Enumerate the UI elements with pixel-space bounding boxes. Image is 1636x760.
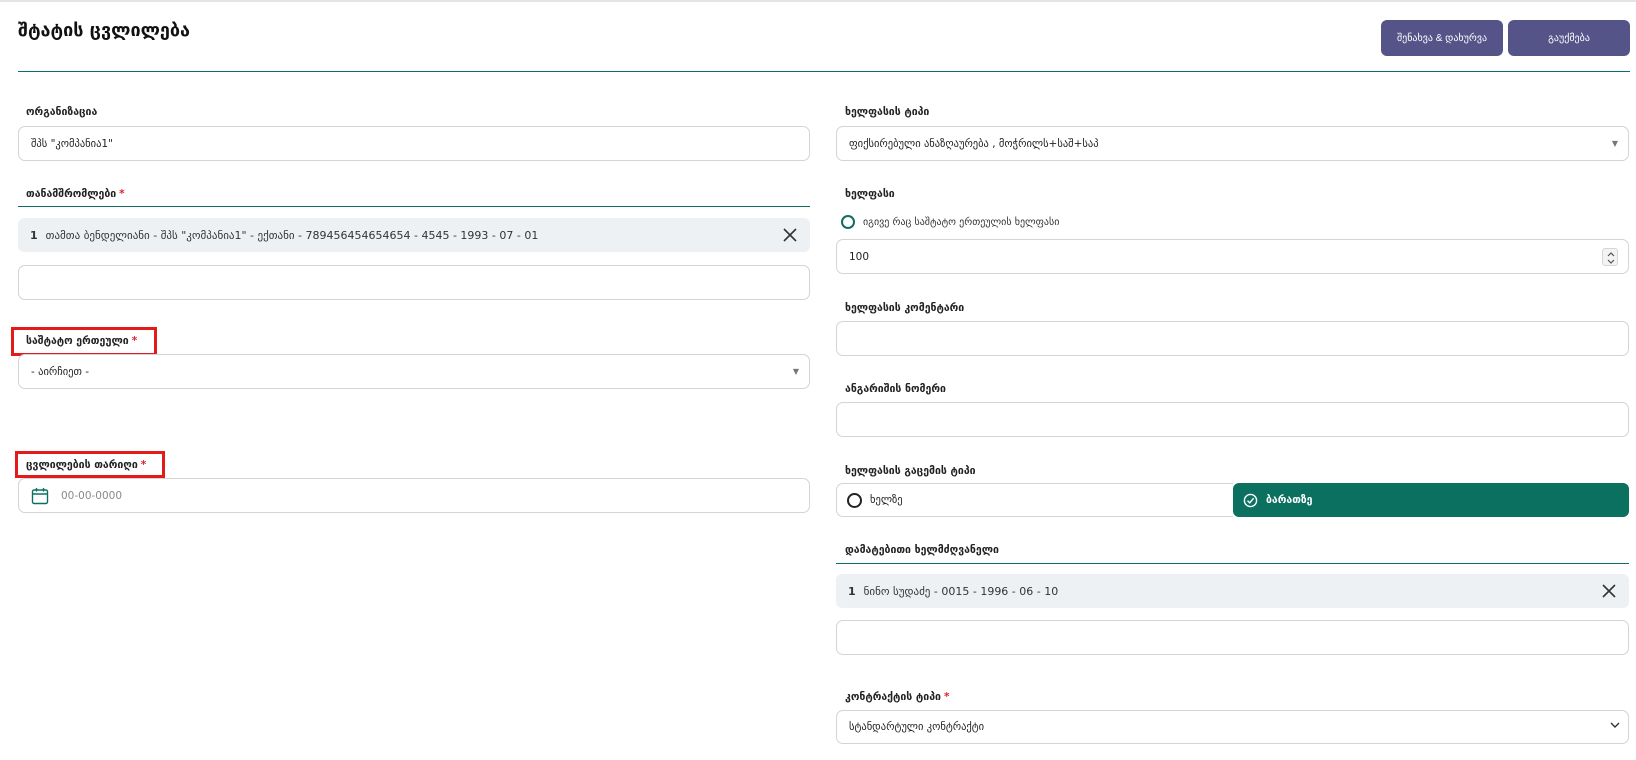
payment-type-label: ხელფასის გაცემის ტიპი — [845, 465, 976, 477]
employees-divider — [18, 206, 810, 207]
organization-value: შპს "კომპანია1" — [31, 137, 113, 150]
number-spinner[interactable] — [1602, 248, 1618, 266]
salary-comment-input[interactable] — [836, 321, 1629, 356]
required-mark: * — [943, 691, 950, 703]
staff-unit-select[interactable]: - აირჩიეთ - ▼ — [18, 354, 810, 389]
caret-down-icon: ▼ — [1611, 139, 1618, 148]
page-title: შტატის ცვლილება — [18, 20, 191, 41]
salary-comment-label: ხელფასის კომენტარი — [845, 302, 965, 314]
payment-option-hand[interactable]: ხელზე — [836, 483, 1233, 517]
contract-type-selected: სტანდარტული კონტრაქტი — [849, 721, 985, 733]
same-salary-radio-label: იგივე რაც საშტატო ერთეულის ხელფასი — [863, 216, 1060, 228]
employees-label: თანამშრომლები * — [26, 188, 125, 200]
additional-manager-label: დამატებითი ხელმძღვანელი — [845, 544, 999, 556]
caret-down-icon: ▼ — [792, 367, 799, 376]
payment-option-card[interactable]: ბარათზე — [1233, 483, 1629, 517]
highlight-box-staff-unit — [11, 327, 157, 356]
date-placeholder: 00-00-0000 — [61, 489, 123, 502]
salary-type-selected: ფიქსირებული ანაზღაურება , მოჭრილს+საშ+სა… — [849, 137, 1099, 150]
spinner-arrows-icon — [1607, 252, 1615, 264]
top-border — [0, 0, 1636, 2]
calendar-icon[interactable] — [31, 487, 49, 505]
salary-type-label: ხელფასის ტიპი — [845, 106, 930, 118]
highlight-box-change-date — [15, 451, 165, 478]
manager-chip-index: 1 — [848, 584, 856, 598]
chevron-down-icon — [1610, 722, 1620, 728]
employee-chip-index: 1 — [30, 228, 38, 242]
staff-unit-selected: - აირჩიეთ - — [31, 365, 90, 378]
check-circle-icon — [1243, 493, 1258, 507]
header-divider — [18, 71, 1630, 72]
close-icon[interactable] — [782, 227, 798, 243]
contract-type-label: კონტრაქტის ტიპი * — [845, 691, 949, 703]
salary-label: ხელფასი — [845, 188, 895, 200]
required-mark: * — [119, 188, 125, 200]
contract-type-select[interactable]: სტანდარტული კონტრაქტი — [836, 710, 1629, 744]
contract-type-label-text: კონტრაქტის ტიპი — [845, 691, 941, 703]
account-number-label: ანგარიშის ნომერი — [845, 383, 946, 395]
payment-option-hand-label: ხელზე — [870, 494, 903, 506]
radio-icon — [847, 492, 862, 508]
employee-chip: 1 თამთა ბენდელიანი - შპს "კომპანია1" - ე… — [18, 218, 810, 252]
change-date-input[interactable]: 00-00-0000 — [18, 478, 810, 513]
organization-field[interactable]: შპს "კომპანია1" — [18, 126, 810, 161]
close-icon[interactable] — [1601, 583, 1617, 599]
save-and-close-button[interactable]: შენახვა & დახურვა — [1381, 20, 1503, 56]
radio-icon[interactable] — [841, 215, 855, 229]
manager-chip-text: ნინო სუდაძე - 0015 - 1996 - 06 - 10 — [863, 584, 1059, 598]
cancel-button[interactable]: გაუქმება — [1508, 20, 1630, 56]
salary-type-select[interactable]: ფიქსირებული ანაზღაურება , მოჭრილს+საშ+სა… — [836, 126, 1629, 161]
salary-number-input[interactable]: 100 — [836, 239, 1629, 274]
organization-label: ორგანიზაცია — [26, 106, 98, 118]
payment-option-card-label: ბარათზე — [1266, 494, 1313, 506]
employees-search-input[interactable] — [18, 265, 810, 300]
employees-label-text: თანამშრომლები — [26, 188, 117, 200]
account-number-input[interactable] — [836, 402, 1629, 437]
same-salary-radio[interactable]: იგივე რაც საშტატო ერთეულის ხელფასი — [841, 215, 1059, 229]
employee-chip-text: თამთა ბენდელიანი - შპს "კომპანია1" - ექთ… — [45, 228, 539, 242]
manager-chip: 1 ნინო სუდაძე - 0015 - 1996 - 06 - 10 — [836, 574, 1629, 608]
additional-manager-divider — [836, 563, 1629, 564]
salary-value: 100 — [849, 250, 870, 263]
additional-manager-search-input[interactable] — [836, 620, 1629, 655]
